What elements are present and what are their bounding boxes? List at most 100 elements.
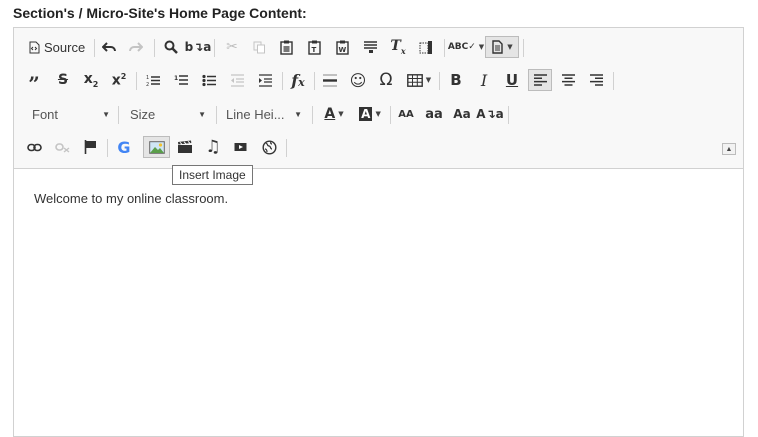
ordered-list-button[interactable]: 1: [169, 69, 193, 91]
toolbar-separator: [286, 139, 287, 157]
chevron-down-icon: ▼: [294, 109, 302, 119]
size-select[interactable]: Size ▼: [130, 104, 208, 124]
svg-text:2: 2: [146, 82, 149, 87]
editor-toolbar: Source b↴a ✂ T W Tx ABC✓ ▼ ▼ ” S x2 x2 1…: [14, 28, 743, 169]
text-color-button[interactable]: A ▼: [318, 103, 350, 125]
toolbar-row-3: Font ▼ Size ▼ Line Hei... ▼ A ▼ A ▼ AA aa: [14, 100, 743, 128]
blockquote-button[interactable]: ”: [22, 69, 46, 96]
indent-icon: [259, 73, 272, 87]
remove-format-button[interactable]: Tx: [386, 36, 410, 58]
toolbar-separator: [282, 72, 283, 90]
image-icon: [148, 140, 165, 154]
insert-image-button[interactable]: [143, 136, 170, 158]
titlecase-button[interactable]: Aa: [450, 103, 474, 125]
toolbar-row-1: Source b↴a ✂ T W Tx ABC✓ ▼ ▼: [14, 33, 743, 61]
format-block-button[interactable]: [358, 36, 382, 58]
table-icon: [406, 73, 423, 87]
templates-icon: [492, 40, 503, 54]
paste-text-button[interactable]: T: [302, 36, 326, 58]
smiley-button[interactable]: ☺: [346, 69, 370, 91]
paste-button[interactable]: [274, 36, 298, 58]
editor-content[interactable]: Welcome to my online classroom.: [34, 191, 228, 206]
size-select-label: Size: [130, 106, 156, 122]
source-button[interactable]: Source: [24, 36, 88, 58]
toolbar-separator: [94, 39, 95, 57]
copy-button[interactable]: [247, 36, 271, 58]
spellcheck-button[interactable]: ABC✓ ▼: [448, 36, 484, 58]
video-button[interactable]: [173, 136, 197, 158]
align-center-button[interactable]: [556, 69, 580, 91]
svg-text:W: W: [338, 46, 346, 54]
toolbar-separator: [439, 72, 440, 90]
content-paragraph[interactable]: Welcome to my online classroom.: [34, 191, 228, 206]
cut-button[interactable]: ✂: [220, 36, 244, 58]
italic-icon: I: [480, 70, 488, 90]
table-button[interactable]: ▼: [403, 69, 435, 91]
align-right-button[interactable]: [584, 69, 608, 91]
outdent-button[interactable]: [225, 69, 249, 91]
bulleted-list-button[interactable]: [197, 69, 221, 91]
link-button[interactable]: [22, 136, 46, 158]
clapperboard-icon: [178, 140, 192, 153]
youtube-button[interactable]: [229, 136, 253, 158]
bulleted-list-icon: [202, 74, 216, 86]
toolbar-row-2: ” S x2 x2 12 1 fx ☺ Ω ▼ B I U: [14, 66, 743, 96]
line-height-select[interactable]: Line Hei... ▼: [226, 104, 304, 124]
globe-icon: [261, 139, 277, 155]
redo-button[interactable]: [124, 36, 148, 58]
strikethrough-button[interactable]: S: [51, 69, 75, 91]
anchor-button[interactable]: [78, 136, 102, 158]
undo-button[interactable]: [97, 36, 121, 58]
align-right-icon: [589, 74, 603, 86]
toolbar-separator: [136, 72, 137, 90]
background-color-button[interactable]: A ▼: [354, 103, 386, 125]
font-select[interactable]: Font ▼: [32, 104, 112, 124]
format-paragraph-icon: [363, 41, 377, 53]
subscript-button[interactable]: x2: [79, 69, 103, 91]
redo-icon: [129, 42, 143, 52]
templates-button[interactable]: ▼: [485, 36, 519, 58]
smiley-icon: ☺: [349, 70, 367, 90]
search-icon: [164, 40, 178, 54]
transform-button[interactable]: A↴a: [476, 103, 503, 125]
toolbar-separator: [444, 39, 445, 57]
horizontal-line-button[interactable]: [318, 69, 342, 91]
remove-format-icon: Tx: [390, 38, 406, 56]
source-label: Source: [44, 39, 86, 55]
align-center-icon: [561, 74, 575, 86]
superscript-button[interactable]: x2: [107, 69, 131, 91]
audio-button[interactable]: ♫: [201, 136, 225, 158]
bold-button[interactable]: B: [444, 69, 468, 91]
replace-icon: b↴a: [184, 40, 212, 54]
toolbar-separator: [314, 72, 315, 90]
underline-button[interactable]: U: [500, 69, 524, 91]
chevron-down-icon: ▼: [375, 110, 381, 118]
unlink-button[interactable]: [50, 136, 74, 158]
google-button[interactable]: G: [112, 136, 136, 158]
paste-icon: [279, 40, 293, 55]
outdent-icon: [231, 73, 244, 87]
formula-icon: fx: [291, 70, 305, 90]
numbered-list-button[interactable]: 12: [141, 69, 165, 91]
replace-button[interactable]: b↴a: [184, 36, 212, 58]
paste-word-button[interactable]: W: [330, 36, 354, 58]
find-button[interactable]: [159, 36, 183, 58]
iframe-button[interactable]: [257, 136, 281, 158]
special-char-button[interactable]: Ω: [374, 69, 398, 91]
toolbar-separator: [216, 106, 217, 124]
uppercase-button[interactable]: AA: [394, 103, 418, 125]
indent-button[interactable]: [253, 69, 277, 91]
paste-text-icon: T: [307, 40, 321, 55]
formula-button[interactable]: fx: [286, 69, 310, 91]
chevron-down-icon: ▼: [425, 76, 432, 84]
italic-button[interactable]: I: [472, 69, 496, 91]
toolbar-separator: [107, 139, 108, 157]
svg-text:T: T: [311, 46, 316, 54]
collapse-toolbar-button[interactable]: ▲: [722, 143, 736, 155]
lowercase-button[interactable]: aa: [422, 103, 446, 125]
align-left-button[interactable]: [528, 69, 552, 91]
toolbar-separator: [613, 72, 614, 90]
bold-icon: B: [450, 71, 462, 89]
rich-text-editor: Source b↴a ✂ T W Tx ABC✓ ▼ ▼ ” S x2 x2 1…: [13, 27, 744, 437]
select-all-button[interactable]: [414, 36, 438, 58]
